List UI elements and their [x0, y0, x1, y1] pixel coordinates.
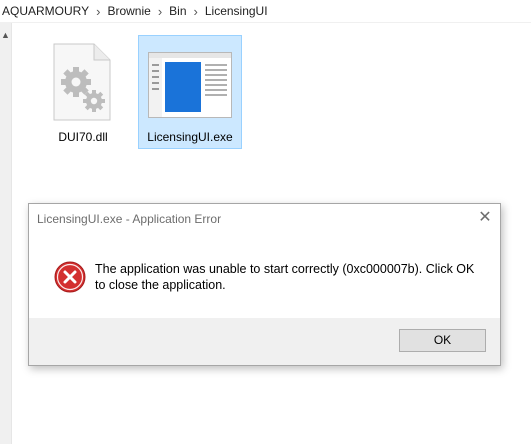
- file-name: LicensingUI.exe: [147, 130, 233, 144]
- chevron-right-icon: ›: [96, 3, 101, 19]
- dialog-footer: OK: [29, 318, 500, 365]
- scroll-up-arrow-icon[interactable]: ▲: [1, 31, 10, 40]
- dialog-title: LicensingUI.exe - Application Error: [37, 212, 222, 226]
- chevron-right-icon: ›: [157, 3, 163, 19]
- nav-pane-scrollbar[interactable]: ▲: [0, 23, 12, 444]
- dll-settings-icon: [53, 43, 111, 121]
- breadcrumb-item-brownie[interactable]: Brownie: [107, 4, 156, 18]
- chevron-right-icon: ›: [193, 3, 198, 19]
- divider: [0, 22, 531, 23]
- ok-button[interactable]: OK: [399, 329, 486, 352]
- file-item-dui70-dll[interactable]: DUI70.dll: [42, 36, 124, 146]
- close-icon[interactable]: ✕: [475, 208, 495, 228]
- dialog-message: The application was unable to start corr…: [95, 262, 475, 292]
- breadcrumb-item-aquarmoury[interactable]: AQUARMOURY: [0, 4, 95, 18]
- breadcrumb-item-bin[interactable]: Bin: [169, 4, 192, 18]
- application-window-icon: [148, 52, 232, 118]
- breadcrumb: AQUARMOURY › Brownie › Bin › LicensingUI: [0, 0, 531, 22]
- file-item-licensingui-exe[interactable]: LicensingUI.exe: [138, 35, 242, 149]
- file-name: DUI70.dll: [58, 130, 108, 144]
- error-icon: [54, 261, 86, 293]
- breadcrumb-item-licensingui[interactable]: LicensingUI: [205, 4, 274, 18]
- error-dialog: LicensingUI.exe - Application Error ✕ Th…: [28, 203, 501, 366]
